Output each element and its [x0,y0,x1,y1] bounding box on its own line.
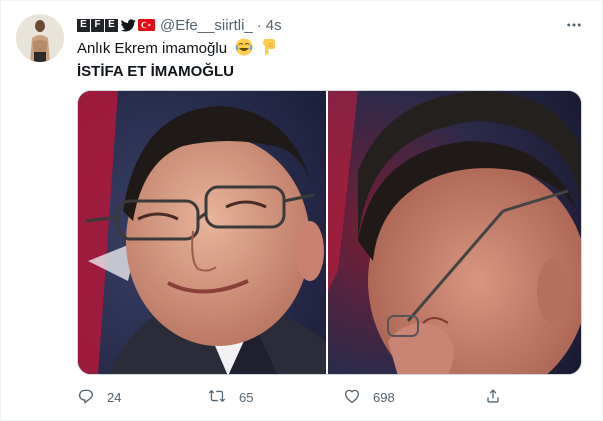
backhand-index-pointing-down-icon [261,38,277,62]
share-icon [484,387,502,408]
tweet-media[interactable] [77,90,582,375]
turkey-flag-icon [138,19,155,31]
like-count: 698 [373,389,395,405]
name-letter: E [105,18,118,32]
twitter-bird-icon [121,18,136,32]
retweet-button[interactable]: 65 [207,386,253,408]
reply-icon [77,387,95,408]
face-with-tears-of-joy-icon [235,38,253,62]
tweet-timestamp[interactable]: 4s [266,17,282,34]
reply-count: 24 [107,389,122,405]
media-photo-left[interactable] [78,91,326,374]
name-letter: F [91,18,104,32]
tweet-header: E F E @Efe__siirtli_ · 4s [77,15,282,35]
author-handle[interactable]: @Efe__siirtli_ [160,17,253,34]
reply-button[interactable]: 24 [77,386,121,408]
tweet-actions: 24 65 698 [77,386,507,408]
share-button[interactable] [484,386,502,408]
more-icon[interactable] [565,16,583,34]
name-letter: E [77,18,90,32]
display-name[interactable]: E F E [77,18,118,32]
media-photo-right[interactable] [328,91,581,374]
tweet-text: Anlık Ekrem imamoğlu İSTİFA ET İMAMOĞLU [77,38,277,82]
avatar[interactable] [16,14,64,62]
tweet-text-line-2: İSTİFA ET İMAMOĞLU [77,63,234,80]
like-button[interactable]: 698 [343,386,395,408]
separator-dot: · [256,16,262,34]
tweet-text-line-1: Anlık Ekrem imamoğlu [77,40,228,57]
tweet-card[interactable]: E F E @Efe__siirtli_ · 4s Anlık Ekrem im… [0,0,603,421]
like-icon [343,387,361,408]
retweet-icon [207,387,227,408]
retweet-count: 65 [239,389,254,405]
